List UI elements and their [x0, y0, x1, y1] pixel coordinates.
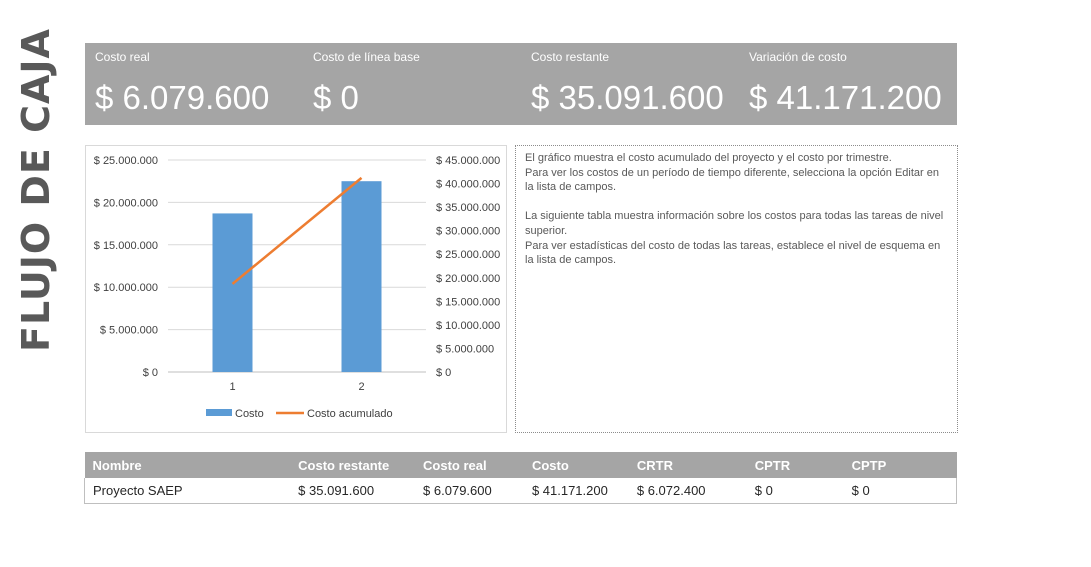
table-cell: $ 6.072.400 — [628, 478, 747, 504]
x-axis-tick-label: 1 — [229, 381, 235, 393]
kpi-label: Variación de costo — [749, 50, 847, 64]
kpi-value: $ 6.079.600 — [95, 79, 270, 116]
column-header[interactable]: Costo real — [415, 452, 524, 478]
right-axis-tick-label: $ 30.000.000 — [436, 226, 500, 238]
left-axis-tick-label: $ 15.000.000 — [94, 240, 158, 252]
table-cell: $ 0 — [746, 478, 844, 504]
kpi-value: $ 41.171.200 — [749, 79, 942, 116]
left-axis-tick-label: $ 20.000.000 — [94, 197, 158, 209]
kpi-remaining-cost[interactable]: Costo restante $ 35.091.600 — [521, 43, 739, 125]
vertical-page-title-wrap: FLUJO DE CAJA — [14, 28, 58, 352]
table-row[interactable]: Proyecto SAEP $ 35.091.600 $ 6.079.600 $… — [84, 478, 957, 504]
notes-paragraph: Para ver los costos de un período de tie… — [525, 166, 939, 194]
left-axis-tick-label: $ 10.000.000 — [94, 282, 158, 294]
notes-paragraph: La siguiente tabla muestra información s… — [525, 210, 944, 237]
kpi-baseline-cost[interactable]: Costo de línea base $ 0 — [303, 43, 521, 125]
kpi-label: Costo restante — [531, 50, 610, 64]
page-title: FLUJO DE CAJA — [14, 28, 58, 352]
table-header-row: Nombre Costo restante Costo real Costo C… — [84, 452, 957, 478]
column-header[interactable]: Nombre — [84, 452, 291, 478]
table-cell: $ 35.091.600 — [290, 478, 416, 504]
kpi-cost-variance[interactable]: Variación de costo $ 41.171.200 — [739, 43, 957, 125]
right-axis-tick-label: $ 15.000.000 — [436, 296, 500, 308]
right-axis-tick-label: $ 5.000.000 — [436, 343, 494, 355]
kpi-value: $ 0 — [313, 79, 359, 116]
left-axis-tick-label: $ 0 — [143, 367, 158, 379]
right-axis-tick-label: $ 35.000.000 — [436, 202, 500, 214]
notes-paragraph: Para ver estadísticas del costo de todas… — [525, 239, 941, 267]
column-header[interactable]: CPTR — [746, 452, 844, 478]
kpi-label: Costo de línea base — [313, 50, 420, 64]
legend-label-costo-acumulado: Costo acumulado — [307, 408, 393, 420]
left-axis-tick-label: $ 25.000.000 — [94, 155, 158, 167]
right-axis-tick-label: $ 10.000.000 — [436, 320, 500, 332]
cost-chart-svg: $ 0 $ 5.000.000 $ 10.000.000 $ 15.000.000 $ … — [94, 155, 500, 420]
left-axis-tick-label: $ 5.000.000 — [100, 325, 158, 337]
column-header[interactable]: CRTR — [628, 452, 747, 478]
legend-swatch-costo — [206, 409, 232, 416]
table-cell: $ 0 — [843, 478, 957, 504]
table-cell: $ 6.079.600 — [415, 478, 524, 504]
legend-label-costo: Costo — [235, 408, 264, 420]
column-header[interactable]: Costo restante — [290, 452, 416, 478]
table-cell: $ 41.171.200 — [523, 478, 629, 504]
chart-notes-textbox[interactable]: El gráfico muestra el costo acumulado de… — [515, 145, 958, 433]
kpi-value: $ 35.091.600 — [531, 79, 724, 116]
right-axis-tick-label: $ 40.000.000 — [436, 179, 500, 191]
x-axis-tick-label: 2 — [358, 381, 364, 393]
kpi-banner: Costo real $ 6.079.600 Costo de línea ba… — [85, 43, 957, 125]
right-axis-tick-label: $ 20.000.000 — [436, 273, 500, 285]
right-axis-tick-label: $ 25.000.000 — [436, 249, 500, 261]
column-header[interactable]: Costo — [523, 452, 629, 478]
column-header[interactable]: CPTP — [843, 452, 957, 478]
right-axis-tick-label: $ 45.000.000 — [436, 155, 500, 167]
cost-chart[interactable]: $ 0 $ 5.000.000 $ 10.000.000 $ 15.000.000 $ … — [85, 145, 507, 433]
cost-table: Nombre Costo restante Costo real Costo C… — [84, 452, 957, 504]
table-cell: Proyecto SAEP — [84, 478, 291, 504]
bar-costo — [212, 213, 253, 372]
kpi-label: Costo real — [95, 50, 150, 64]
bar-costo — [341, 181, 382, 372]
right-axis-tick-label: $ 0 — [436, 367, 451, 379]
notes-paragraph: El gráfico muestra el costo acumulado de… — [525, 152, 892, 164]
kpi-actual-cost[interactable]: Costo real $ 6.079.600 — [85, 43, 303, 125]
